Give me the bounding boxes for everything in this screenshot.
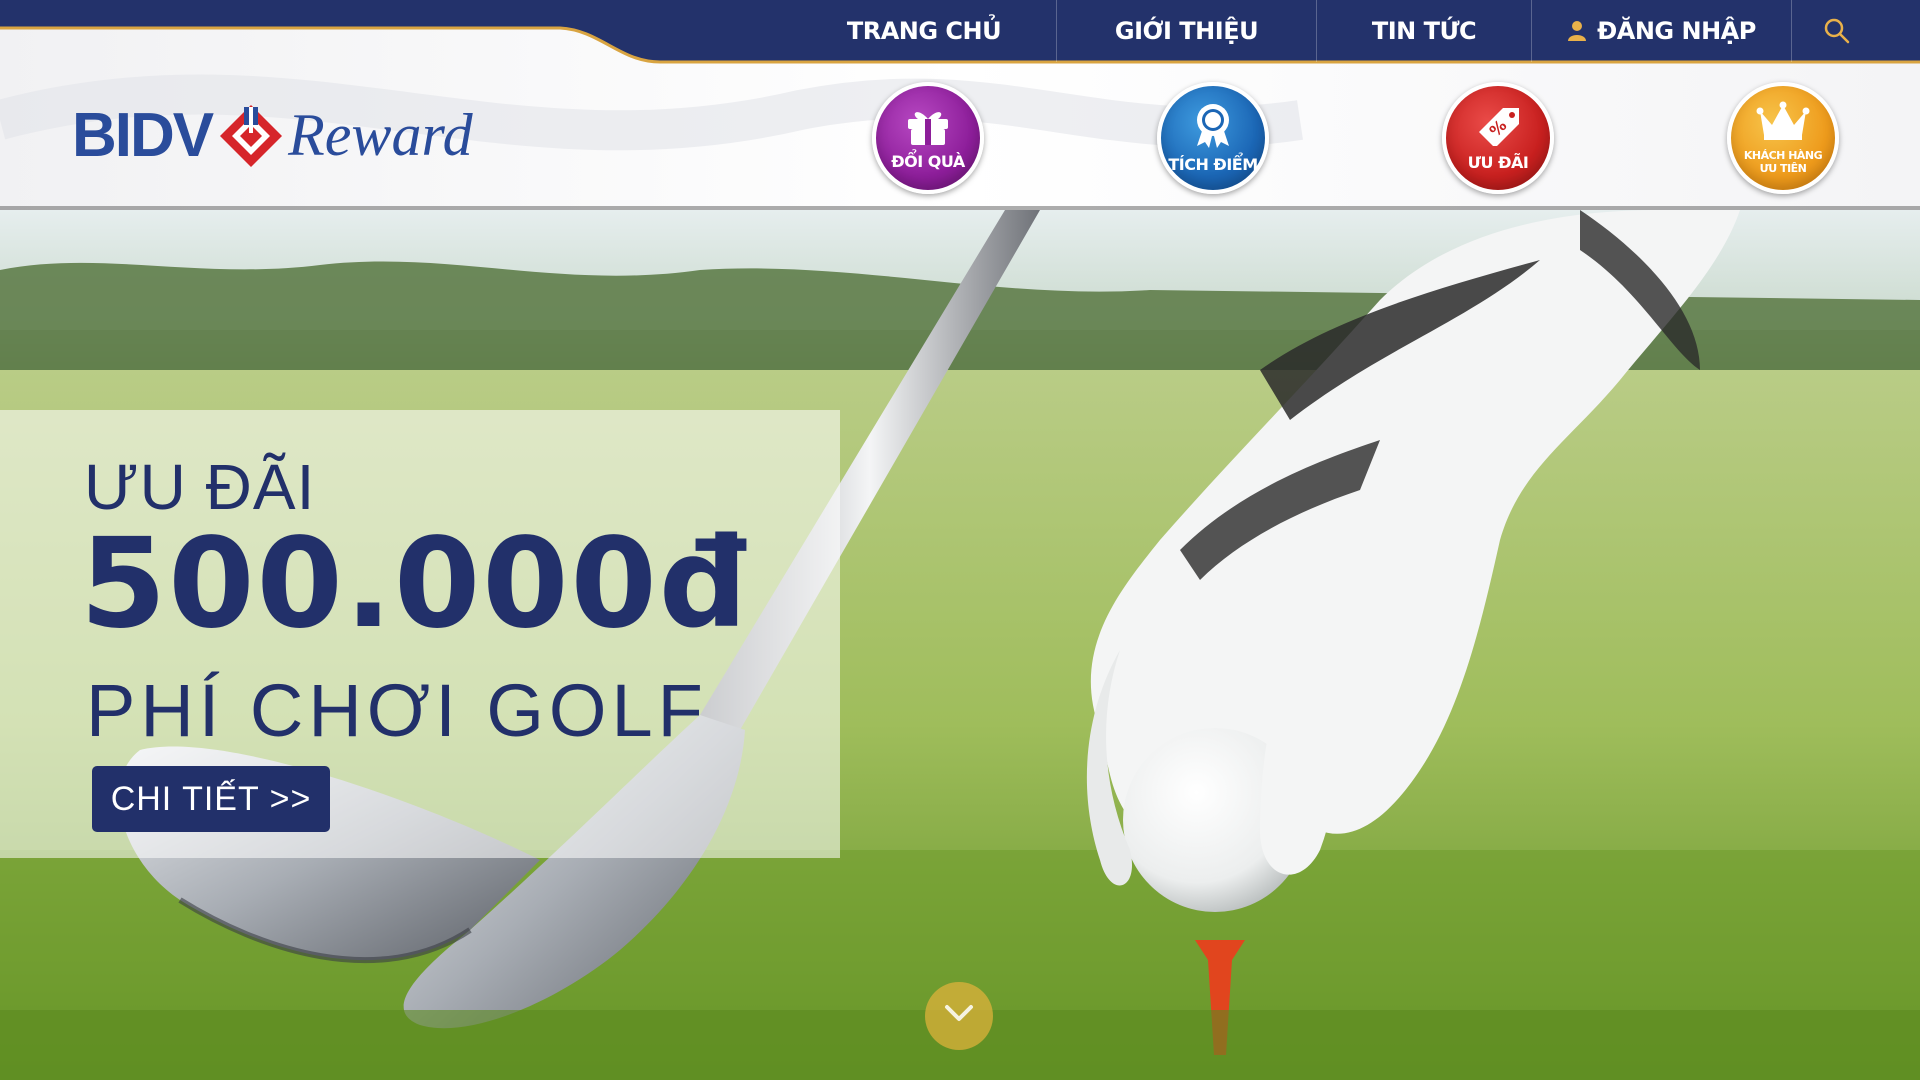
priority-customer-label-line2: ƯU TIÊN <box>1759 161 1807 175</box>
nav-login-label: ĐĂNG NHẬP <box>1597 17 1756 45</box>
earn-points-button[interactable]: TÍCH ĐIỂM <box>1157 82 1269 194</box>
promo-amount: 500.000đ <box>80 512 750 656</box>
redeem-gift-button[interactable]: ĐỔI QUÀ <box>872 82 984 194</box>
earn-points-label: TÍCH ĐIỂM <box>1168 155 1258 175</box>
nav-about-link[interactable]: GIỚI THIỆU <box>1057 0 1317 62</box>
logo-brand-text: BIDV <box>72 101 214 170</box>
crown-icon <box>1756 101 1810 146</box>
award-ribbon-icon <box>1191 102 1235 153</box>
user-icon <box>1567 20 1587 42</box>
nav-login-link[interactable]: ĐĂNG NHẬP <box>1532 0 1792 62</box>
redeem-gift-label: ĐỔI QUÀ <box>891 152 965 172</box>
search-button[interactable] <box>1792 0 1882 62</box>
priority-customer-button[interactable]: KHÁCH HÀNG ƯU TIÊN <box>1727 82 1839 194</box>
chevron-down-icon <box>943 1003 975 1030</box>
bidv-reward-logo[interactable]: BIDV Reward <box>72 100 473 171</box>
search-icon <box>1823 17 1851 45</box>
promo-subtitle: PHÍ CHƠI GOLF <box>86 669 708 752</box>
priority-customer-label-line1: KHÁCH HÀNG <box>1743 149 1823 163</box>
nav-home-link[interactable]: TRANG CHỦ <box>792 0 1057 62</box>
main-nav: TRANG CHỦ GIỚI THIỆU TIN TỨC ĐĂNG NHẬP <box>792 0 1882 62</box>
discount-tag-icon: % <box>1473 104 1523 151</box>
offers-button[interactable]: % ƯU ĐÃI <box>1442 82 1554 194</box>
detail-button[interactable]: CHI TIẾT >> <box>92 766 330 832</box>
nav-news-link[interactable]: TIN TỨC <box>1317 0 1532 62</box>
offers-label: ƯU ĐÃI <box>1467 153 1529 173</box>
scroll-down-button[interactable] <box>925 982 993 1050</box>
bidv-diamond-icon <box>218 103 284 169</box>
priority-customer-label: KHÁCH HÀNG ƯU TIÊN <box>1743 149 1823 175</box>
gift-icon <box>904 105 952 150</box>
logo-product-text: Reward <box>288 102 473 168</box>
